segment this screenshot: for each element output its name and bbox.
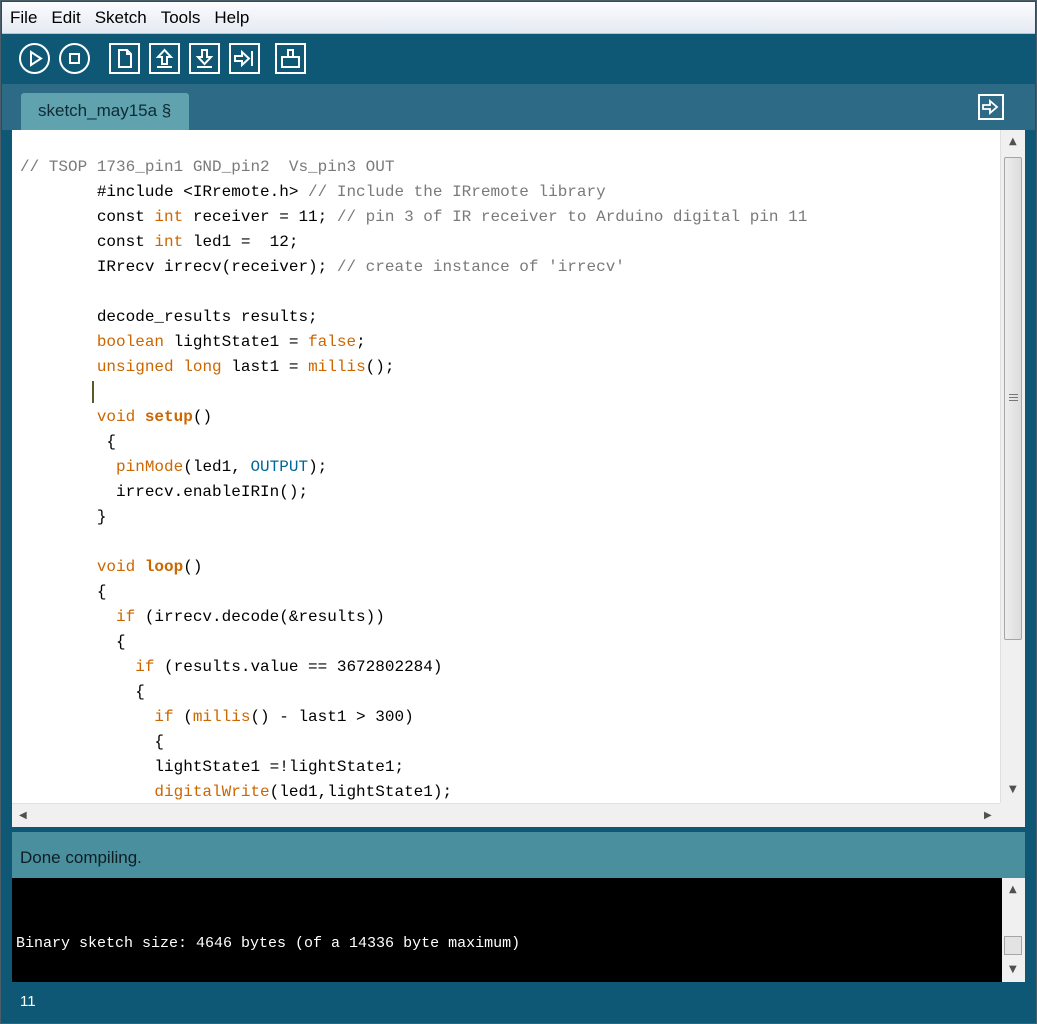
scroll-right-icon[interactable]: ▶ <box>984 810 992 821</box>
save-button[interactable] <box>189 43 220 74</box>
code-line: { <box>20 683 145 701</box>
scroll-left-icon[interactable]: ◀ <box>19 810 27 821</box>
code-line: const int receiver = 11; // pin 3 of IR … <box>20 208 808 226</box>
code-line: { <box>20 633 126 651</box>
tab-bar: sketch_may15a § <box>2 84 1035 130</box>
code-line: // TSOP 1736_pin1 GND_pin2 Vs_pin3 OUT <box>20 158 395 176</box>
menu-tools[interactable]: Tools <box>155 2 207 33</box>
code-line: unsigned long last1 = millis(); <box>96 358 395 376</box>
console-scroll-thumb[interactable] <box>1004 936 1022 955</box>
code-text-area[interactable]: // TSOP 1736_pin1 GND_pin2 Vs_pin3 OUT #… <box>12 130 999 803</box>
menu-file[interactable]: File <box>4 2 43 33</box>
status-bar: Done compiling. <box>12 832 1025 878</box>
console-scroll-up-icon[interactable]: ▲ <box>1009 884 1017 895</box>
code-line: const int led1 = 12; <box>20 233 299 251</box>
menu-bar: File Edit Sketch Tools Help <box>2 2 1035 34</box>
arduino-ide-window: File Edit Sketch Tools Help sketch_may15a § <box>0 0 1037 1024</box>
menu-edit[interactable]: Edit <box>45 2 86 33</box>
code-line: #include <IRremote.h> // Include the IRr… <box>20 183 606 201</box>
menu-help[interactable]: Help <box>208 2 255 33</box>
new-button[interactable] <box>109 43 140 74</box>
console-scrollbar[interactable]: ▲ ▼ <box>1002 878 1025 982</box>
code-line: } <box>20 508 107 526</box>
code-line: irrecv.enableIRIn(); <box>20 483 309 501</box>
text-caret <box>92 381 94 403</box>
code-line: if (irrecv.decode(&results)) <box>116 608 385 626</box>
code-line: lightState1 =!lightState1; <box>20 758 405 776</box>
code-line: if (millis() - last1 > 300) <box>154 708 414 726</box>
serial-monitor-icon <box>281 49 300 68</box>
upload-button[interactable] <box>229 43 260 74</box>
menu-sketch[interactable]: Sketch <box>89 2 153 33</box>
tab-label: sketch_may15a § <box>38 101 172 120</box>
new-document-icon <box>118 49 132 68</box>
code-line: { <box>20 733 165 751</box>
editor-scroll-thumb[interactable] <box>1004 157 1022 640</box>
upload-arrow-icon <box>155 48 174 68</box>
arrow-right-icon <box>982 99 999 115</box>
code-line: void setup() <box>96 408 213 426</box>
tab-sketch[interactable]: sketch_may15a § <box>21 93 189 130</box>
line-number: 11 <box>20 993 36 1010</box>
scroll-up-icon[interactable]: ▲ <box>1009 136 1017 147</box>
verify-button[interactable] <box>19 43 50 74</box>
code-line: IRrecv irrecv(receiver); // create insta… <box>20 258 625 276</box>
editor-horizontal-scrollbar[interactable]: ◀ ▶ <box>12 803 1000 827</box>
code-line: { <box>20 433 117 451</box>
open-button[interactable] <box>149 43 180 74</box>
status-message: Done compiling. <box>20 848 142 867</box>
play-icon <box>30 50 43 67</box>
footer-bar: 11 <box>2 984 1035 1022</box>
export-arrow-icon <box>234 49 253 68</box>
code-line: digitalWrite(led1,lightState1); <box>154 783 453 801</box>
scroll-down-icon[interactable]: ▼ <box>1009 784 1017 795</box>
download-arrow-icon <box>195 49 214 68</box>
code-line: if (results.value == 3672802284) <box>135 658 443 676</box>
serial-monitor-button[interactable] <box>275 43 306 74</box>
code-editor[interactable]: // TSOP 1736_pin1 GND_pin2 Vs_pin3 OUT #… <box>12 130 1025 827</box>
toolbar <box>2 34 1035 84</box>
scrollbar-corner <box>1000 803 1025 827</box>
tab-menu-button[interactable] <box>978 94 1004 120</box>
editor-vertical-scrollbar[interactable]: ▲ ▼ <box>1000 130 1025 803</box>
stop-button[interactable] <box>59 43 90 74</box>
code-line: pinMode(led1, OUTPUT); <box>116 458 328 476</box>
console-output: Binary sketch size: 4646 bytes (of a 143… <box>16 935 521 952</box>
code-line: decode_results results; <box>20 308 318 326</box>
console-scroll-down-icon[interactable]: ▼ <box>1009 964 1017 975</box>
stop-icon <box>69 53 80 64</box>
code-line: { <box>20 583 107 601</box>
code-line: void loop() <box>96 558 203 576</box>
console-panel: Binary sketch size: 4646 bytes (of a 143… <box>12 878 1025 982</box>
code-line: boolean lightState1 = false; <box>96 333 366 351</box>
